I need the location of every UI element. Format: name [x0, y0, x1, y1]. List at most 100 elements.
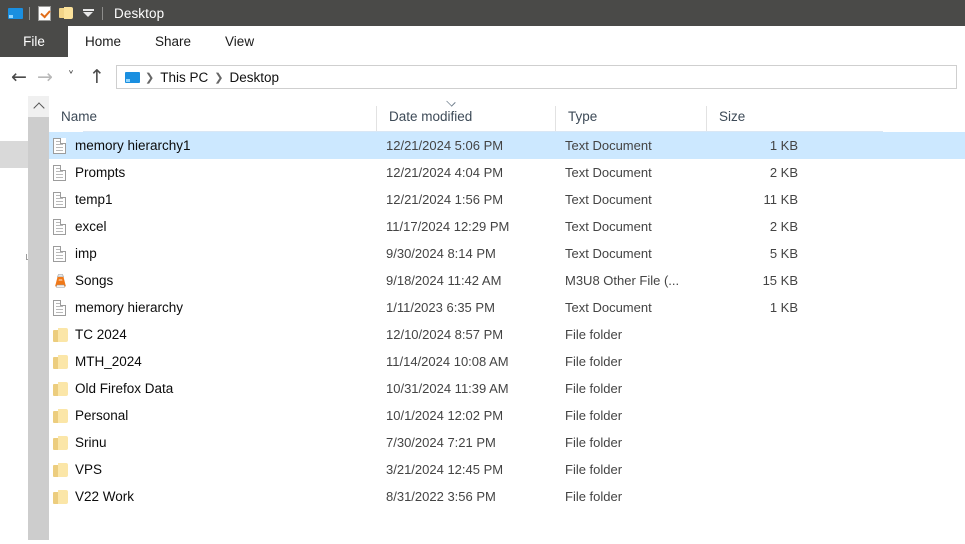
file-name: Songs [75, 273, 114, 288]
table-row[interactable]: Srinu 7/30/2024 7:21 PM File folder [49, 429, 965, 456]
file-name: MTH_2024 [75, 354, 142, 369]
file-size: 1 KB [769, 300, 798, 315]
file-name: Prompts [75, 165, 126, 180]
text-document-icon [49, 191, 75, 208]
file-list-pane: Name Date modified Type Size memory hier… [49, 96, 965, 540]
scroll-up-icon[interactable] [28, 96, 49, 117]
breadcrumb-desktop[interactable]: Desktop [226, 70, 282, 85]
column-header-size[interactable]: Size [706, 106, 806, 132]
file-type: Text Document [565, 219, 652, 234]
file-size: 2 KB [769, 219, 798, 234]
file-date-modified: 12/21/2024 4:04 PM [386, 165, 504, 180]
navigation-pane [0, 96, 49, 540]
file-name: memory hierarchy1 [75, 138, 191, 153]
toolbar-separator [102, 6, 103, 20]
tab-home[interactable]: Home [68, 26, 138, 57]
folder-icon [49, 435, 75, 450]
customize-quick-access-toolbar-icon[interactable] [77, 2, 99, 24]
file-date-modified: 11/17/2024 12:29 PM [386, 219, 510, 234]
file-size: 5 KB [769, 246, 798, 261]
explorer-body: Name Date modified Type Size memory hier… [0, 96, 965, 540]
file-type: File folder [565, 327, 623, 342]
folder-icon [49, 462, 75, 477]
file-type: Text Document [565, 138, 652, 153]
file-size: 11 KB [763, 192, 798, 207]
file-date-modified: 9/30/2024 8:14 PM [386, 246, 496, 261]
text-document-icon [49, 218, 75, 235]
file-date-modified: 1/11/2023 6:35 PM [386, 300, 495, 315]
file-type: File folder [565, 354, 623, 369]
table-row[interactable]: Songs 9/18/2024 11:42 AM M3U8 Other File (… [49, 267, 965, 294]
file-type: File folder [565, 489, 623, 504]
back-button[interactable]: ← [6, 64, 32, 90]
file-size: 1 KB [769, 138, 798, 153]
navigation-pane-scrollbar[interactable] [28, 96, 49, 540]
file-type: Text Document [565, 300, 652, 315]
breadcrumb-separator: ❯ [214, 71, 224, 84]
file-date-modified: 12/21/2024 5:06 PM [386, 138, 504, 153]
text-document-icon [49, 245, 75, 262]
file-date-modified: 3/21/2024 12:45 PM [386, 462, 504, 477]
folder-icon [49, 408, 75, 423]
toolbar-separator [29, 6, 30, 20]
properties-icon[interactable] [33, 2, 55, 24]
table-row[interactable]: imp 9/30/2024 8:14 PM Text Document 5 KB [49, 240, 965, 267]
file-date-modified: 9/18/2024 11:42 AM [386, 273, 502, 288]
address-input[interactable]: ❯ This PC ❯ Desktop [116, 65, 957, 89]
text-document-icon [49, 137, 75, 154]
file-list: memory hierarchy1 12/21/2024 5:06 PM Text … [49, 132, 965, 510]
table-row[interactable]: VPS 3/21/2024 12:45 PM File folder [49, 456, 965, 483]
table-row[interactable]: Old Firefox Data 10/31/2024 11:39 AM File … [49, 375, 965, 402]
file-date-modified: 11/14/2024 10:08 AM [386, 354, 509, 369]
tab-view[interactable]: View [208, 26, 271, 57]
file-date-modified: 7/30/2024 7:21 PM [386, 435, 496, 450]
table-row[interactable]: memory hierarchy 1/11/2023 6:35 PM Text Do… [49, 294, 965, 321]
table-row[interactable]: Prompts 12/21/2024 4:04 PM Text Document 2 … [49, 159, 965, 186]
sort-descending-icon [447, 98, 456, 103]
tab-file[interactable]: File [0, 26, 68, 57]
new-folder-icon[interactable] [55, 2, 77, 24]
breadcrumb-this-pc[interactable]: This PC [157, 70, 211, 85]
table-row[interactable]: TC 2024 12/10/2024 8:57 PM File folder [49, 321, 965, 348]
file-date-modified: 10/1/2024 12:02 PM [386, 408, 504, 423]
file-type: File folder [565, 381, 623, 396]
file-date-modified: 10/31/2024 11:39 AM [386, 381, 509, 396]
table-row[interactable]: Personal 10/1/2024 12:02 PM File folder [49, 402, 965, 429]
table-row[interactable]: V22 Work 8/31/2022 3:56 PM File folder [49, 483, 965, 510]
file-type: File folder [565, 435, 623, 450]
ribbon-tab-bar: File Home Share View [0, 26, 965, 58]
column-header-row: Name Date modified Type Size [49, 96, 965, 132]
file-type: File folder [565, 462, 623, 477]
file-name: TC 2024 [75, 327, 127, 342]
file-name: VPS [75, 462, 103, 477]
table-row[interactable]: temp1 12/21/2024 1:56 PM Text Document 11 K… [49, 186, 965, 213]
this-pc-icon[interactable] [4, 2, 26, 24]
folder-icon [49, 489, 75, 504]
table-row[interactable]: excel 11/17/2024 12:29 PM Text Document 2 K… [49, 213, 965, 240]
forward-button[interactable]: → [32, 64, 58, 90]
header-underline [83, 131, 883, 132]
file-size: 15 KB [762, 273, 798, 288]
column-header-type[interactable]: Type [555, 106, 706, 132]
column-header-date-modified[interactable]: Date modified [376, 106, 555, 132]
column-header-name[interactable]: Name [49, 106, 376, 132]
tab-share[interactable]: Share [138, 26, 208, 57]
file-name: memory hierarchy [75, 300, 184, 315]
table-row[interactable]: memory hierarchy1 12/21/2024 5:06 PM Text … [49, 132, 965, 159]
breadcrumb-separator: ❯ [145, 71, 155, 84]
file-name: excel [75, 219, 107, 234]
title-bar: Desktop [0, 0, 965, 26]
file-date-modified: 12/21/2024 1:56 PM [386, 192, 504, 207]
file-type: M3U8 Other File (... [565, 273, 680, 288]
folder-icon [49, 354, 75, 369]
folder-icon [49, 381, 75, 396]
file-name: Personal [75, 408, 129, 423]
recent-locations-icon[interactable]: ˅ [58, 64, 84, 90]
up-button[interactable]: ↑ [84, 64, 110, 90]
table-row[interactable]: MTH_2024 11/14/2024 10:08 AM File folder [49, 348, 965, 375]
file-type: Text Document [565, 192, 652, 207]
text-document-icon [49, 164, 75, 181]
file-date-modified: 8/31/2022 3:56 PM [386, 489, 496, 504]
file-type: Text Document [565, 165, 652, 180]
file-name: V22 Work [75, 489, 135, 504]
